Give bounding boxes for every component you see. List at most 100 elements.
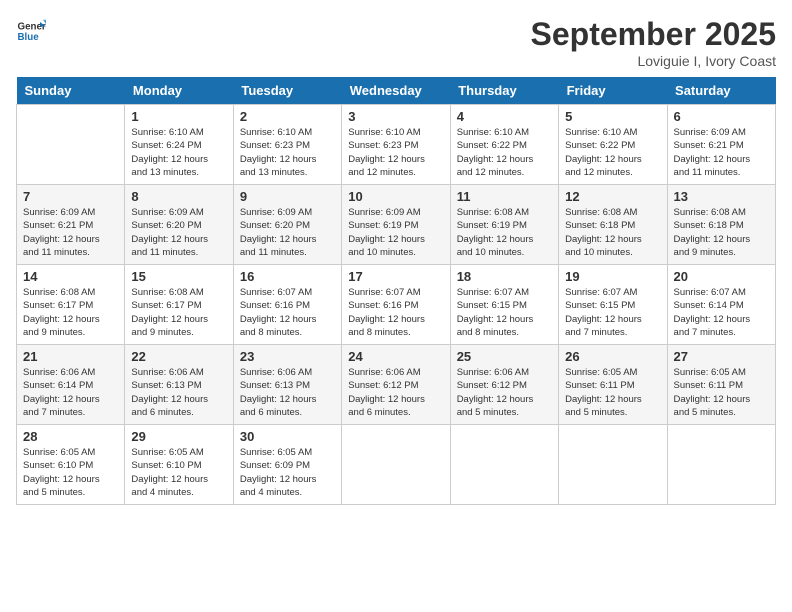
day-number: 14	[23, 269, 118, 284]
weekday-header-row: SundayMondayTuesdayWednesdayThursdayFrid…	[17, 77, 776, 105]
day-info: Sunrise: 6:05 AM Sunset: 6:09 PM Dayligh…	[240, 446, 335, 499]
day-info: Sunrise: 6:10 AM Sunset: 6:23 PM Dayligh…	[348, 126, 443, 179]
day-info: Sunrise: 6:08 AM Sunset: 6:18 PM Dayligh…	[565, 206, 660, 259]
day-number: 8	[131, 189, 226, 204]
logo-icon: General Blue	[16, 16, 46, 46]
calendar-cell: 11 Sunrise: 6:08 AM Sunset: 6:19 PM Dayli…	[450, 185, 558, 265]
day-number: 21	[23, 349, 118, 364]
calendar-cell: 19 Sunrise: 6:07 AM Sunset: 6:15 PM Dayli…	[559, 265, 667, 345]
calendar-cell: 29 Sunrise: 6:05 AM Sunset: 6:10 PM Dayli…	[125, 425, 233, 505]
day-number: 18	[457, 269, 552, 284]
day-info: Sunrise: 6:09 AM Sunset: 6:21 PM Dayligh…	[23, 206, 118, 259]
day-info: Sunrise: 6:06 AM Sunset: 6:13 PM Dayligh…	[240, 366, 335, 419]
day-info: Sunrise: 6:05 AM Sunset: 6:11 PM Dayligh…	[565, 366, 660, 419]
day-number: 2	[240, 109, 335, 124]
day-info: Sunrise: 6:10 AM Sunset: 6:22 PM Dayligh…	[457, 126, 552, 179]
day-info: Sunrise: 6:09 AM Sunset: 6:20 PM Dayligh…	[131, 206, 226, 259]
day-info: Sunrise: 6:06 AM Sunset: 6:12 PM Dayligh…	[457, 366, 552, 419]
day-info: Sunrise: 6:10 AM Sunset: 6:22 PM Dayligh…	[565, 126, 660, 179]
day-info: Sunrise: 6:08 AM Sunset: 6:17 PM Dayligh…	[23, 286, 118, 339]
weekday-header-thursday: Thursday	[450, 77, 558, 105]
calendar-cell: 9 Sunrise: 6:09 AM Sunset: 6:20 PM Daylig…	[233, 185, 341, 265]
day-info: Sunrise: 6:05 AM Sunset: 6:10 PM Dayligh…	[131, 446, 226, 499]
calendar-cell: 22Sunrise: 6:06 AM Sunset: 6:13 PM Dayli…	[125, 345, 233, 425]
calendar-cell: 14 Sunrise: 6:08 AM Sunset: 6:17 PM Dayli…	[17, 265, 125, 345]
calendar-cell	[559, 425, 667, 505]
day-info: Sunrise: 6:08 AM Sunset: 6:19 PM Dayligh…	[457, 206, 552, 259]
day-number: 10	[348, 189, 443, 204]
page-header: General Blue September 2025 Loviguie I, …	[16, 16, 776, 69]
day-number: 27	[674, 349, 769, 364]
day-info: Sunrise: 6:10 AM Sunset: 6:23 PM Dayligh…	[240, 126, 335, 179]
day-info: Sunrise: 6:06 AM Sunset: 6:12 PM Dayligh…	[348, 366, 443, 419]
title-block: September 2025 Loviguie I, Ivory Coast	[531, 16, 776, 69]
day-info: Sunrise: 6:05 AM Sunset: 6:11 PM Dayligh…	[674, 366, 769, 419]
day-info: Sunrise: 6:07 AM Sunset: 6:16 PM Dayligh…	[348, 286, 443, 339]
calendar-cell: 8 Sunrise: 6:09 AM Sunset: 6:20 PM Daylig…	[125, 185, 233, 265]
calendar-cell	[450, 425, 558, 505]
weekday-header-tuesday: Tuesday	[233, 77, 341, 105]
svg-text:General: General	[18, 22, 47, 33]
day-number: 22	[131, 349, 226, 364]
day-info: Sunrise: 6:07 AM Sunset: 6:15 PM Dayligh…	[565, 286, 660, 339]
day-number: 9	[240, 189, 335, 204]
calendar-week-1: 1 Sunrise: 6:10 AM Sunset: 6:24 PM Daylig…	[17, 105, 776, 185]
calendar-cell: 24 Sunrise: 6:06 AM Sunset: 6:12 PM Dayli…	[342, 345, 450, 425]
calendar-cell: 10 Sunrise: 6:09 AM Sunset: 6:19 PM Dayli…	[342, 185, 450, 265]
day-number: 25	[457, 349, 552, 364]
calendar-cell: 23Sunrise: 6:06 AM Sunset: 6:13 PM Dayli…	[233, 345, 341, 425]
calendar-cell: 25 Sunrise: 6:06 AM Sunset: 6:12 PM Dayli…	[450, 345, 558, 425]
calendar-week-4: 21 Sunrise: 6:06 AM Sunset: 6:14 PM Dayli…	[17, 345, 776, 425]
day-info: Sunrise: 6:06 AM Sunset: 6:14 PM Dayligh…	[23, 366, 118, 419]
day-number: 29	[131, 429, 226, 444]
weekday-header-monday: Monday	[125, 77, 233, 105]
calendar-cell: 7 Sunrise: 6:09 AM Sunset: 6:21 PM Daylig…	[17, 185, 125, 265]
day-number: 1	[131, 109, 226, 124]
day-number: 19	[565, 269, 660, 284]
calendar-cell: 20 Sunrise: 6:07 AM Sunset: 6:14 PM Dayli…	[667, 265, 775, 345]
day-number: 16	[240, 269, 335, 284]
day-number: 12	[565, 189, 660, 204]
day-number: 13	[674, 189, 769, 204]
calendar-cell	[17, 105, 125, 185]
calendar-week-5: 28 Sunrise: 6:05 AM Sunset: 6:10 PM Dayli…	[17, 425, 776, 505]
calendar-cell: 21 Sunrise: 6:06 AM Sunset: 6:14 PM Dayli…	[17, 345, 125, 425]
calendar-week-3: 14 Sunrise: 6:08 AM Sunset: 6:17 PM Dayli…	[17, 265, 776, 345]
day-number: 24	[348, 349, 443, 364]
day-number: 15	[131, 269, 226, 284]
calendar-cell: 12 Sunrise: 6:08 AM Sunset: 6:18 PM Dayli…	[559, 185, 667, 265]
day-info: Sunrise: 6:07 AM Sunset: 6:14 PM Dayligh…	[674, 286, 769, 339]
calendar-cell	[342, 425, 450, 505]
day-info: Sunrise: 6:07 AM Sunset: 6:15 PM Dayligh…	[457, 286, 552, 339]
logo: General Blue	[16, 16, 46, 46]
day-number: 3	[348, 109, 443, 124]
calendar-cell: 1 Sunrise: 6:10 AM Sunset: 6:24 PM Daylig…	[125, 105, 233, 185]
day-info: Sunrise: 6:09 AM Sunset: 6:21 PM Dayligh…	[674, 126, 769, 179]
day-number: 6	[674, 109, 769, 124]
day-number: 11	[457, 189, 552, 204]
day-number: 30	[240, 429, 335, 444]
day-info: Sunrise: 6:09 AM Sunset: 6:19 PM Dayligh…	[348, 206, 443, 259]
day-number: 20	[674, 269, 769, 284]
day-info: Sunrise: 6:05 AM Sunset: 6:10 PM Dayligh…	[23, 446, 118, 499]
day-number: 17	[348, 269, 443, 284]
calendar-cell: 16 Sunrise: 6:07 AM Sunset: 6:16 PM Dayli…	[233, 265, 341, 345]
calendar-week-2: 7 Sunrise: 6:09 AM Sunset: 6:21 PM Daylig…	[17, 185, 776, 265]
weekday-header-sunday: Sunday	[17, 77, 125, 105]
calendar-cell	[667, 425, 775, 505]
calendar-cell: 28 Sunrise: 6:05 AM Sunset: 6:10 PM Dayli…	[17, 425, 125, 505]
day-number: 4	[457, 109, 552, 124]
calendar-cell: 30 Sunrise: 6:05 AM Sunset: 6:09 PM Dayli…	[233, 425, 341, 505]
weekday-header-wednesday: Wednesday	[342, 77, 450, 105]
day-info: Sunrise: 6:10 AM Sunset: 6:24 PM Dayligh…	[131, 126, 226, 179]
day-info: Sunrise: 6:07 AM Sunset: 6:16 PM Dayligh…	[240, 286, 335, 339]
day-info: Sunrise: 6:09 AM Sunset: 6:20 PM Dayligh…	[240, 206, 335, 259]
day-number: 7	[23, 189, 118, 204]
day-number: 28	[23, 429, 118, 444]
svg-text:Blue: Blue	[18, 32, 40, 43]
calendar-cell: 2 Sunrise: 6:10 AM Sunset: 6:23 PM Daylig…	[233, 105, 341, 185]
location-subtitle: Loviguie I, Ivory Coast	[531, 53, 776, 69]
day-info: Sunrise: 6:08 AM Sunset: 6:17 PM Dayligh…	[131, 286, 226, 339]
month-title: September 2025	[531, 16, 776, 53]
calendar-table: SundayMondayTuesdayWednesdayThursdayFrid…	[16, 77, 776, 505]
